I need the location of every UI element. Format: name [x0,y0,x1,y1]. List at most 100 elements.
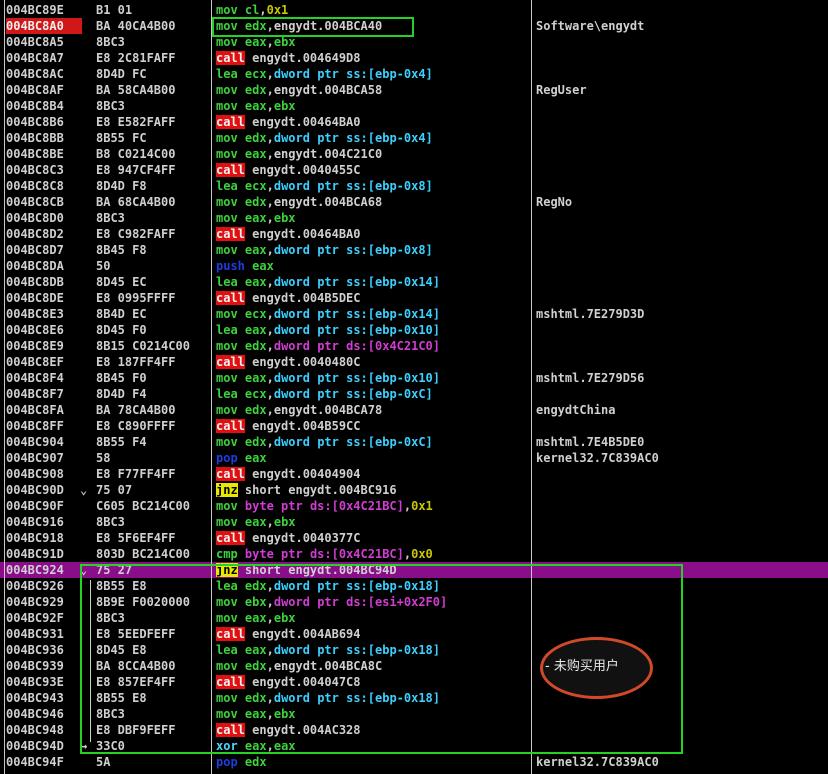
disasm-row[interactable]: 004BC8CB BA 68CA4B00 mov edx,engydt.004BCA… [0,194,828,210]
call-mnemonic: call [216,291,245,305]
disasm-row[interactable]: 004BC8BE B8 C0214C00 mov eax,engydt.004C21… [0,146,828,162]
disasm-row[interactable]: 004BC8D2 E8 C982FAFF call engydt.00464BA0 [0,226,828,242]
row-address: 004BC90F [6,499,64,513]
disasm-row[interactable]: 004BC8FA BA 78CA4B00 mov edx,engydt.004BCA… [0,402,828,418]
disasm-row[interactable]: 004BC916 8BC3 mov eax,ebx [0,514,828,530]
disasm-row[interactable]: 004BC943 8B55 E8 mov edx,dword ptr ss:[ebp… [0,690,828,706]
row-address: 004BC907 [6,451,64,465]
disasm-row[interactable]: 004BC8DB 8D45 EC lea eax,dword ptr ss:[ebp… [0,274,828,290]
asm-token: edx [244,403,267,417]
disasm-row[interactable]: 004BC904 8B55 F4 mov edx,dword ptr ss:[ebp… [0,434,828,450]
row-disassembly: mov eax,ebx [216,98,528,114]
asm-token: ebx [244,595,267,609]
asm-token: short engydt.004BC916 [237,483,397,497]
row-address: 004BC8DA [6,259,64,273]
row-comment [536,546,826,562]
row-disassembly: mov edx,engydt.004BCA58 [216,82,528,98]
asm-token: dword ptr ss:[ebp-0x8] [273,179,433,193]
disasm-row[interactable]: 004BC8EF E8 187FF4FF call engydt.0040480C [0,354,828,370]
disasm-row[interactable]: 004BC8E9 8B15 C0214C00 mov edx,dword ptr d… [0,338,828,354]
disasm-row[interactable]: 004BC91D 803D BC214C00 cmp byte ptr ds:[0x… [0,546,828,562]
disasm-row[interactable]: 004BC8FF E8 C890FFFF call engydt.004B59CC [0,418,828,434]
disasm-row[interactable]: 004BC946 8BC3 mov eax,ebx [0,706,828,722]
disasm-row[interactable]: 004BC8DE E8 0995FFFF call engydt.004B5DEC [0,290,828,306]
disasm-row[interactable]: 004BC8DA 50 push eax [0,258,828,274]
row-hex-bytes: 8D4D F4 [96,387,147,401]
disasm-row[interactable]: 004BC8D0 8BC3 mov eax,ebx [0,210,828,226]
disasm-row[interactable]: 004BC90F C605 BC214C00 mov byte ptr ds:[0x… [0,498,828,514]
disasm-row[interactable]: 004BC936 8D45 E8 lea eax,dword ptr ss:[ebp… [0,642,828,658]
call-mnemonic: call [216,51,245,65]
disasm-row[interactable]: 004BC8F7 8D4D F4 lea ecx,dword ptr ss:[ebp… [0,386,828,402]
disasm-row[interactable]: 004BC918 E8 5F6EF4FF call engydt.0040377C [0,530,828,546]
disasm-row[interactable]: 004BC8D7 8B45 F8 mov eax,dword ptr ss:[ebp… [0,242,828,258]
row-hex-bytes: E8 5EEDFEFF [96,627,176,641]
asm-token: engydt.0040455C [244,163,361,177]
column-divider-disasm [211,0,212,774]
disasm-row[interactable]: 004BC8B4 8BC3 mov eax,ebx [0,98,828,114]
asm-token: dword ptr ss:[ebp-0x10] [273,371,441,385]
disasm-row[interactable]: 004BC939 BA 8CCA4B00 mov edx,engydt.004BCA… [0,658,828,674]
disasm-row[interactable]: 004BC929 8B9E F0020000 mov ebx,dword ptr d… [0,594,828,610]
row-disassembly: mov edx,dword ptr ss:[ebp-0x18] [216,690,528,706]
row-hex-bytes: 8BC3 [96,611,125,625]
disasm-row[interactable]: 004BC90D ⌄ 75 07 jnz short engydt.004BC916 [0,482,828,498]
row-disassembly: lea ecx,dword ptr ss:[ebp-0xC] [216,386,528,402]
asm-token: ,engydt.004BCA8C [266,659,383,673]
disasm-row[interactable]: 004BC8E6 8D45 F0 lea eax,dword ptr ss:[ebp… [0,322,828,338]
row-disassembly: call engydt.00464BA0 [216,114,528,130]
disasm-row[interactable]: 004BC8C8 8D4D F8 lea ecx,dword ptr ss:[ebp… [0,178,828,194]
row-comment [536,242,826,258]
disasm-row[interactable]: 004BC8B6 E8 E582FAFF call engydt.00464BA0 [0,114,828,130]
disasm-row[interactable]: 004BC8A0 BA 40CA4B00 mov edx,engydt.004BCA… [0,18,828,34]
disasm-row[interactable]: 004BC931 E8 5EEDFEFF call engydt.004AB694 [0,626,828,642]
call-mnemonic: call [216,115,245,129]
row-disassembly: mov edx,dword ptr ds:[0x4C21C0] [216,338,528,354]
asm-token: mov [216,371,238,385]
asm-token: ebx [273,35,296,49]
disasm-row[interactable]: 004BC89E B1 01 mov cl,0x1 [0,2,828,18]
row-comment: kernel32.7C839AC0 [536,755,659,769]
disasm-row[interactable]: 004BC93E E8 857EF4FF call engydt.004047C8 [0,674,828,690]
row-comment [536,274,826,290]
row-disassembly: call engydt.0040377C [216,530,528,546]
disasm-row[interactable]: 004BC948 E8 DBF9FEFF call engydt.004AC328 [0,722,828,738]
row-hex-bytes: 8BC3 [96,211,125,225]
disasm-row[interactable]: 004BC92F 8BC3 mov eax,ebx [0,610,828,626]
disasm-row[interactable]: 004BC94F 5A pop edx kernel32.7C839AC0 [0,754,828,770]
disasm-row[interactable]: 004BC907 58 pop eax kernel32.7C839AC0 [0,450,828,466]
asm-token: , [266,643,274,657]
disasm-row[interactable]: 004BC8A7 E8 2C81FAFF call engydt.004649D8 [0,50,828,66]
disasm-row[interactable]: 004BC8A5 8BC3 mov eax,ebx [0,34,828,50]
row-address: 004BC8F4 [6,371,64,385]
disasm-row[interactable]: 004BC926 8B55 E8 lea edx,dword ptr ss:[ebp… [0,578,828,594]
asm-token [238,323,245,337]
disasm-row[interactable]: 004BC8AC 8D4D FC lea ecx,dword ptr ss:[ebp… [0,66,828,82]
row-comment: Software\engydt [536,19,645,33]
disasm-row[interactable]: 004BC8F4 8B45 F0 mov eax,dword ptr ss:[ebp… [0,370,828,386]
row-hex-bytes: 8D4D FC [96,67,147,81]
row-comment [536,738,826,754]
disasm-row[interactable]: 004BC8C3 E8 947CF4FF call engydt.0040455C [0,162,828,178]
asm-token: mov [216,19,238,33]
disassembly-view[interactable]: 004BC89E B1 01 mov cl,0x1 004BC8A0 BA 40CA4B… [0,0,828,774]
row-hex-bytes: 8D4D F8 [96,179,147,193]
annotation-label: - 未购买用户 [545,659,619,674]
row-address: 004BC94D [6,739,64,753]
asm-token: , [266,691,274,705]
row-hex-bytes: 8BC3 [96,515,125,529]
disasm-row[interactable]: 004BC94D → 33C0 xor eax,eax [0,738,828,754]
row-address: 004BC8AC [6,67,64,81]
row-comment [536,98,826,114]
disasm-row[interactable]: 004BC8AF BA 58CA4B00 mov edx,engydt.004BCA… [0,82,828,98]
row-hex-bytes: 5A [96,755,111,769]
asm-token: mov [216,211,238,225]
asm-token: cl [244,3,260,17]
disasm-row[interactable]: 004BC8E3 8B4D EC mov ecx,dword ptr ss:[ebp… [0,306,828,322]
asm-token: engydt.004649D8 [244,51,361,65]
asm-token: , [266,387,274,401]
disasm-row[interactable]: 004BC924 ⌄ 75 27 jnz short engydt.004BC94D [0,562,828,578]
disasm-row[interactable]: 004BC8BB 8B55 FC mov edx,dword ptr ss:[ebp… [0,130,828,146]
disasm-row[interactable]: 004BC908 E8 F77FF4FF call engydt.00404904 [0,466,828,482]
row-hex-bytes: E8 E582FAFF [96,115,176,129]
